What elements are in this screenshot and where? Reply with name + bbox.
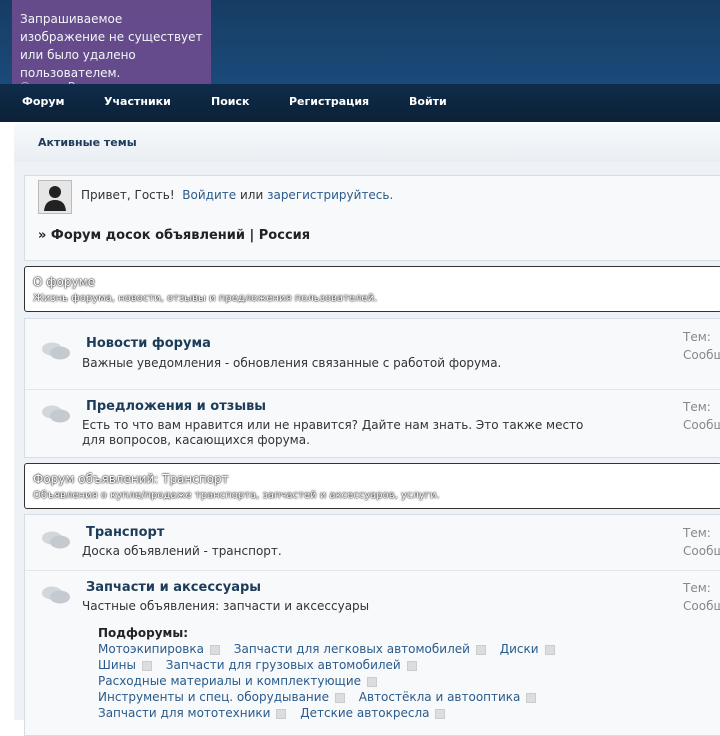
subforum-link[interactable]: Запчасти для легковых автомобилей [234, 642, 470, 656]
forum-posts-count: Сообщ [683, 348, 720, 362]
forum-posts-count: Сообщ [683, 599, 720, 613]
subforum-link[interactable]: Шины [98, 658, 136, 672]
login-link[interactable]: Войдите [182, 188, 236, 202]
greeting-line: Привет, Гость! Войдите или зарегистрируй… [81, 188, 393, 202]
user-silhouette-icon [44, 186, 66, 211]
subforum-marker-icon [367, 676, 378, 687]
greeting-hello: Привет, Гость! [81, 188, 175, 202]
forum-description: Доска объявлений - транспорт. [82, 544, 282, 558]
guest-avatar [38, 180, 72, 214]
subforum-link[interactable]: Запчасти для мототехники [98, 706, 270, 720]
forum-row[interactable]: Транспорт Доска объявлений - транспорт. … [25, 515, 720, 571]
forum-chat-icon [42, 531, 70, 549]
forum-topics-count: Тем: [683, 526, 711, 540]
forum-title[interactable]: Предложения и отзывы [86, 399, 266, 414]
forum-chat-icon [42, 342, 70, 360]
forum-posts-count: Сообщ [683, 418, 720, 432]
forum-posts-count: Сообщ [683, 544, 720, 558]
forum-topics-count: Тем: [683, 581, 711, 595]
forum-row[interactable]: Предложения и отзывы Есть то что вам нра… [25, 389, 720, 457]
subforum-marker-icon [435, 708, 446, 719]
subforum-link[interactable]: Запчасти для грузовых автомобилей [166, 658, 401, 672]
main-navbar: Форум Участники Поиск Регистрация Войти [0, 84, 720, 122]
subforum-marker-icon [475, 644, 486, 655]
sub-navbar: Активные темы [14, 124, 720, 163]
forum-title[interactable]: Транспорт [86, 525, 164, 540]
breadcrumb[interactable]: » Форум досок объявлений | Россия [38, 228, 310, 243]
forum-description: Есть то что вам нравится или не нравится… [82, 418, 584, 447]
subforums-heading: Подфорумы: [98, 626, 188, 640]
subforum-marker-icon [334, 692, 345, 703]
nav-register[interactable]: Регистрация [289, 95, 369, 108]
subforum-link[interactable]: Инструменты и спец. оборудывание [98, 690, 329, 704]
forum-topics-count: Тем: [683, 400, 711, 414]
category-description: Объявления о купле/продаже транспорта, з… [33, 490, 440, 501]
greeting-or: или [239, 188, 264, 202]
category-title: О форуме [33, 275, 96, 289]
subforum-link[interactable]: Детские автокресла [300, 706, 429, 720]
subforum-marker-icon [526, 692, 537, 703]
nav-login[interactable]: Войти [409, 95, 447, 108]
register-link[interactable]: зарегистрируйтесь. [267, 188, 393, 202]
forum-topics-count: Тем: [683, 330, 711, 344]
forum-description: Частные объявления: запчасти и аксессуар… [82, 599, 370, 613]
subforum-link[interactable]: Автостёкла и автооптика [359, 690, 521, 704]
forum-row[interactable]: Запчасти и аксессуары Частные объявления… [25, 570, 720, 735]
greeting-box: Привет, Гость! Войдите или зарегистрируй… [24, 175, 720, 261]
subforum-link[interactable]: Диски [500, 642, 539, 656]
subforum-marker-icon [544, 644, 555, 655]
subforum-marker-icon [276, 708, 287, 719]
subforum-link[interactable]: Мотоэкипировка [98, 642, 204, 656]
subforum-link[interactable]: Расходные материалы и комплектующие [98, 674, 361, 688]
category-forums-transport: Транспорт Доска объявлений - транспорт. … [24, 514, 720, 736]
forum-row[interactable]: Новости форума Важные уведомления - обно… [25, 319, 720, 390]
category-header-transport[interactable]: Форум объявлений: Транспорт Объявления о… [24, 463, 720, 509]
forum-chat-icon [42, 586, 70, 604]
category-forums-about: Новости форума Важные уведомления - обно… [24, 318, 720, 458]
missing-image-message: Запрашиваемое изображение не существует … [20, 12, 203, 80]
forum-title[interactable]: Новости форума [86, 336, 211, 351]
category-description: Жизнь форума, новости, отзывы и предложе… [33, 293, 378, 304]
forum-title[interactable]: Запчасти и аксессуары [86, 580, 261, 595]
forum-chat-icon [42, 405, 70, 423]
subforum-marker-icon [209, 644, 220, 655]
active-topics-link[interactable]: Активные темы [38, 136, 137, 149]
subforum-marker-icon [406, 660, 417, 671]
subforums-list: Подфорумы: Мотоэкипировка Запчасти для л… [98, 625, 565, 721]
subforum-marker-icon [141, 660, 152, 671]
category-title: Форум объявлений: Транспорт [33, 472, 229, 486]
category-header-about[interactable]: О форуме Жизнь форума, новости, отзывы и… [24, 266, 720, 312]
forum-description: Важные уведомления - обновления связанны… [82, 356, 502, 370]
nav-forum[interactable]: Форум [22, 95, 65, 108]
nav-search[interactable]: Поиск [211, 95, 249, 108]
nav-members[interactable]: Участники [104, 95, 171, 108]
